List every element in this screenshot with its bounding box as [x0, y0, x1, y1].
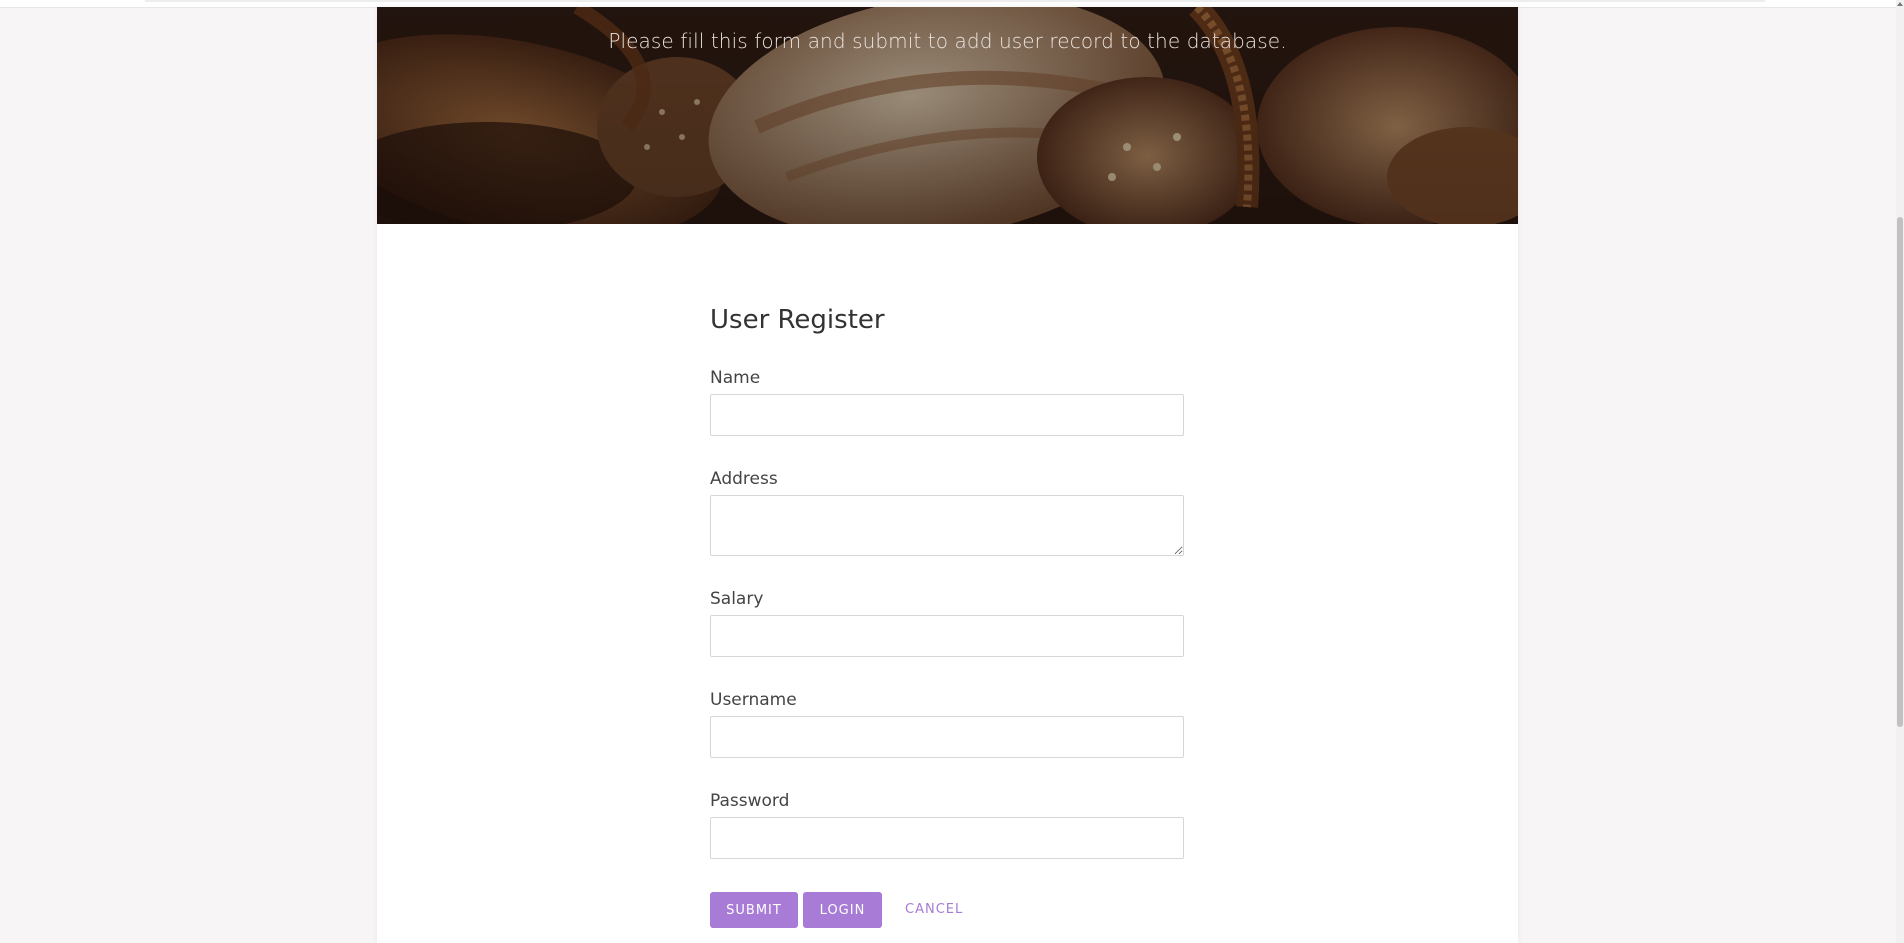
top-divider	[145, 0, 1765, 2]
vertical-scrollbar[interactable]	[1896, 0, 1904, 943]
login-button[interactable]: LOGIN	[803, 892, 882, 928]
password-input[interactable]	[710, 817, 1184, 859]
username-label: Username	[710, 690, 797, 710]
username-input[interactable]	[710, 716, 1184, 758]
address-textarea[interactable]	[710, 495, 1184, 556]
hero-banner: Please fill this form and submit to add …	[377, 7, 1518, 224]
page-card: Please fill this form and submit to add …	[377, 7, 1518, 943]
form-title: User Register	[710, 305, 885, 335]
salary-label: Salary	[710, 589, 764, 609]
cancel-link[interactable]: CANCEL	[905, 892, 963, 928]
hero-message: Please fill this form and submit to add …	[608, 29, 1287, 53]
name-input[interactable]	[710, 394, 1184, 436]
address-label: Address	[710, 469, 778, 489]
submit-button[interactable]: SUBMIT	[710, 892, 798, 928]
password-label: Password	[710, 791, 790, 811]
scroll-up-arrow-icon[interactable]	[1897, 2, 1903, 6]
name-label: Name	[710, 368, 761, 388]
scrollbar-thumb[interactable]	[1897, 217, 1903, 727]
form-actions: SUBMIT LOGIN CANCEL	[710, 892, 1186, 928]
salary-input[interactable]	[710, 615, 1184, 657]
